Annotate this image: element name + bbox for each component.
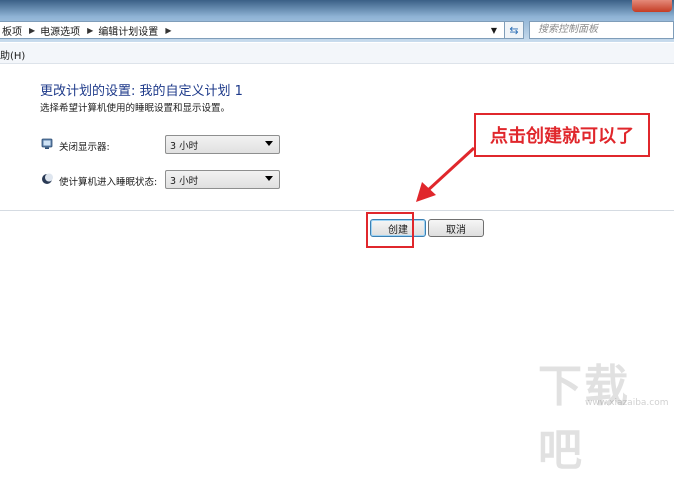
watermark-url: www.xiazaiba.com xyxy=(585,398,669,408)
address-bar[interactable]: 板项 ▶ 电源选项 ▶ 编辑计划设置 ▶ ▼ xyxy=(0,21,524,39)
menu-bar: 助(H) xyxy=(0,43,674,64)
window-close-button[interactable] xyxy=(632,0,672,12)
setting-label: 使计算机进入睡眠状态: xyxy=(59,177,158,188)
page-title: 更改计划的设置: 我的自定义计划 1 xyxy=(40,84,243,99)
moon-icon xyxy=(42,173,53,184)
select-value: 3 小时 xyxy=(170,175,199,187)
refresh-icon: ⇆ xyxy=(509,23,519,37)
chevron-down-icon xyxy=(265,141,273,146)
watermark-logo: 下载吧 xyxy=(538,361,630,476)
sleep-select[interactable]: 3 小时 xyxy=(165,170,280,189)
display-off-select[interactable]: 3 小时 xyxy=(165,135,280,154)
chevron-down-icon[interactable]: ▼ xyxy=(487,22,501,38)
annotation-callout: 点击创建就可以了 xyxy=(474,113,650,157)
page-subtitle: 选择希望计算机使用的睡眠设置和显示设置。 xyxy=(40,103,231,114)
monitor-icon xyxy=(41,138,53,149)
select-value: 3 小时 xyxy=(170,140,199,152)
refresh-button[interactable]: ⇆ xyxy=(504,21,524,39)
breadcrumb-item[interactable]: 电源选项 xyxy=(38,23,84,38)
divider xyxy=(0,210,674,211)
breadcrumb-item[interactable]: 板项 xyxy=(0,23,26,38)
menu-help[interactable]: 助(H) xyxy=(0,47,25,62)
highlight-box xyxy=(366,212,414,248)
annotation-arrow-icon xyxy=(416,146,476,202)
chevron-down-icon xyxy=(265,176,273,181)
chevron-right-icon: ▶ xyxy=(165,25,172,35)
chevron-right-icon: ▶ xyxy=(29,25,36,35)
breadcrumb-item[interactable]: 编辑计划设置 xyxy=(96,23,162,38)
search-input[interactable]: 搜索控制面板 xyxy=(529,21,674,39)
cancel-button[interactable]: 取消 xyxy=(428,219,484,237)
setting-label: 关闭显示器: xyxy=(59,142,110,153)
chevron-right-icon: ▶ xyxy=(87,25,94,35)
